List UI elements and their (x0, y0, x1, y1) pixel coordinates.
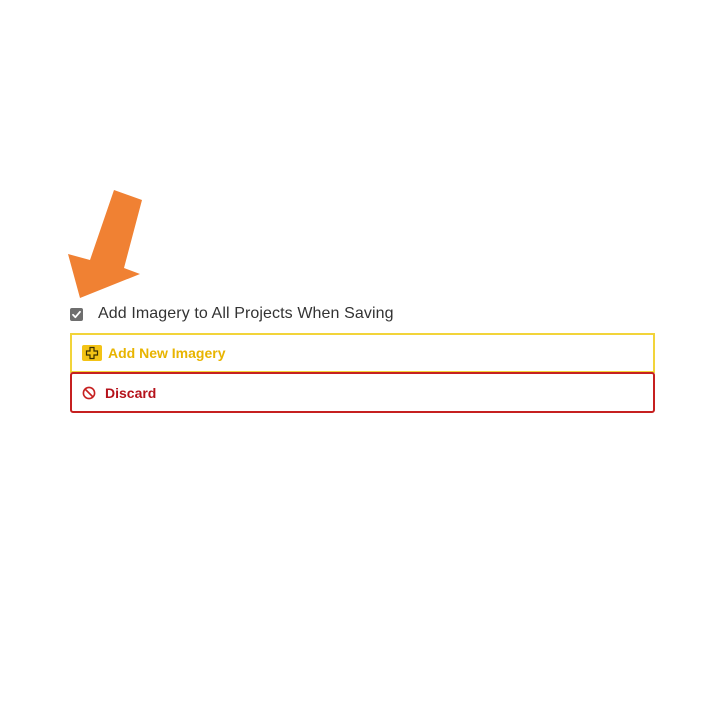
ban-icon (82, 386, 96, 400)
page: Add Imagery to All Projects When Saving … (0, 0, 720, 720)
add-new-imagery-button[interactable]: Add New Imagery (70, 333, 655, 373)
add-new-imagery-label: Add New Imagery (108, 345, 226, 361)
add-to-all-projects-label: Add Imagery to All Projects When Saving (98, 305, 394, 322)
checkmark-icon (72, 310, 81, 318)
add-to-all-projects-checkbox[interactable] (70, 307, 83, 321)
add-to-all-projects-option[interactable]: Add Imagery to All Projects When Saving (70, 305, 394, 323)
discard-button[interactable]: Discard (70, 372, 655, 413)
plus-icon (82, 345, 102, 361)
discard-label: Discard (105, 384, 157, 401)
arrow-down-left-icon (68, 190, 142, 298)
